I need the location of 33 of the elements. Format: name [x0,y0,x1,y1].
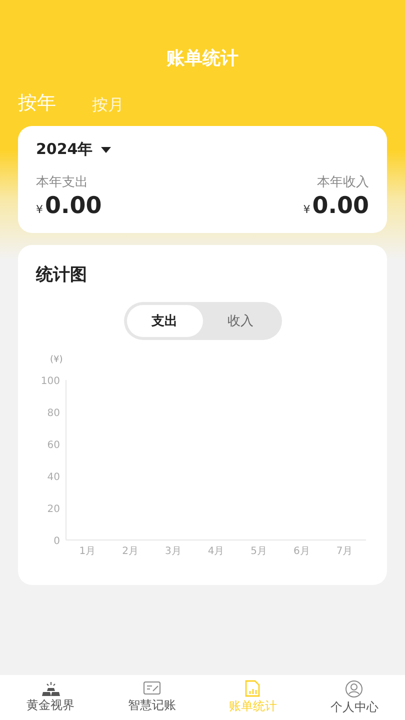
unit-label: (¥) [50,355,63,365]
y-tick-label: 20 [47,504,60,515]
x-tick-label: 2月 [122,546,138,557]
x-tick-label: 1月 [79,546,96,557]
income-amount: 0.00 [312,193,369,219]
currency-symbol: ¥ [36,203,43,216]
nav-item[interactable]: 智慧记账 [101,675,202,720]
x-tick-label: 4月 [208,546,224,557]
x-tick-label: 7月 [336,546,353,557]
y-tick-label: 40 [47,472,60,483]
ingots-icon [42,682,60,696]
expense-amount: 0.00 [45,193,102,219]
x-tick-label: 5月 [250,546,268,557]
y-tick-label: 60 [47,440,60,451]
y-tick-label: 0 [54,536,60,547]
page-title: 账单统计 [166,47,238,70]
toggle-option[interactable]: 支出 [126,305,202,337]
year-selector[interactable]: 2024年 [36,140,93,159]
income-label: 本年收入 [317,174,369,191]
report-chart-icon [244,680,262,697]
expense-label: 本年支出 [36,174,88,191]
nav-item[interactable]: 黄金视界 [0,675,102,720]
notepad-icon [142,681,161,696]
toggle-option[interactable]: 收入 [202,305,278,337]
dropdown-caret-icon [100,146,111,152]
currency-symbol: ¥ [303,203,310,216]
user-icon [345,680,364,698]
x-tick-label: 6月 [294,546,310,557]
y-tick-label: 80 [47,408,60,419]
y-tick-label: 100 [40,376,60,387]
x-tick-label: 3月 [164,546,182,557]
chart-title: 统计图 [36,264,88,286]
nav-item[interactable]: 个人中心 [304,675,405,720]
